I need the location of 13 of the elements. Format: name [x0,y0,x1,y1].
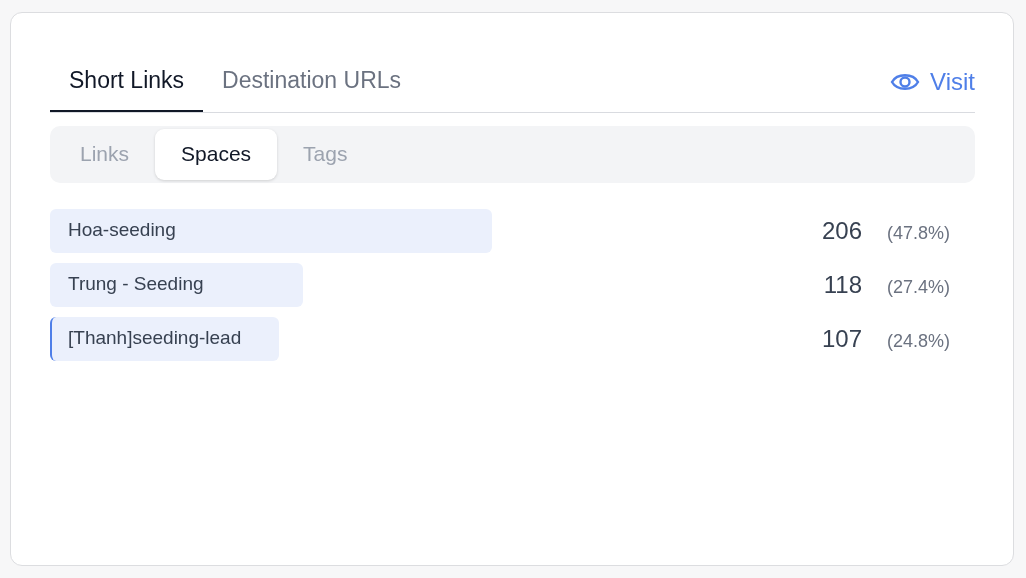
row-label: [Thanh]seeding-lead [68,326,242,351]
row-label: Trung - Seeding [68,272,204,297]
percent-value: (27.4%) [885,275,950,299]
count-value: 206 [821,215,862,246]
visit-link[interactable]: Visit [890,63,975,112]
row-label: Hoa-seeding [68,218,176,243]
percent-value: (24.8%) [885,329,950,353]
count-value: 107 [821,323,862,354]
tab[interactable]: Destination URLs [203,63,421,112]
percent-value: (47.8%) [885,221,950,245]
tab[interactable]: Short Links [50,63,204,112]
segment-tab[interactable]: Spaces [155,128,278,180]
count-value: 118 [823,269,862,300]
